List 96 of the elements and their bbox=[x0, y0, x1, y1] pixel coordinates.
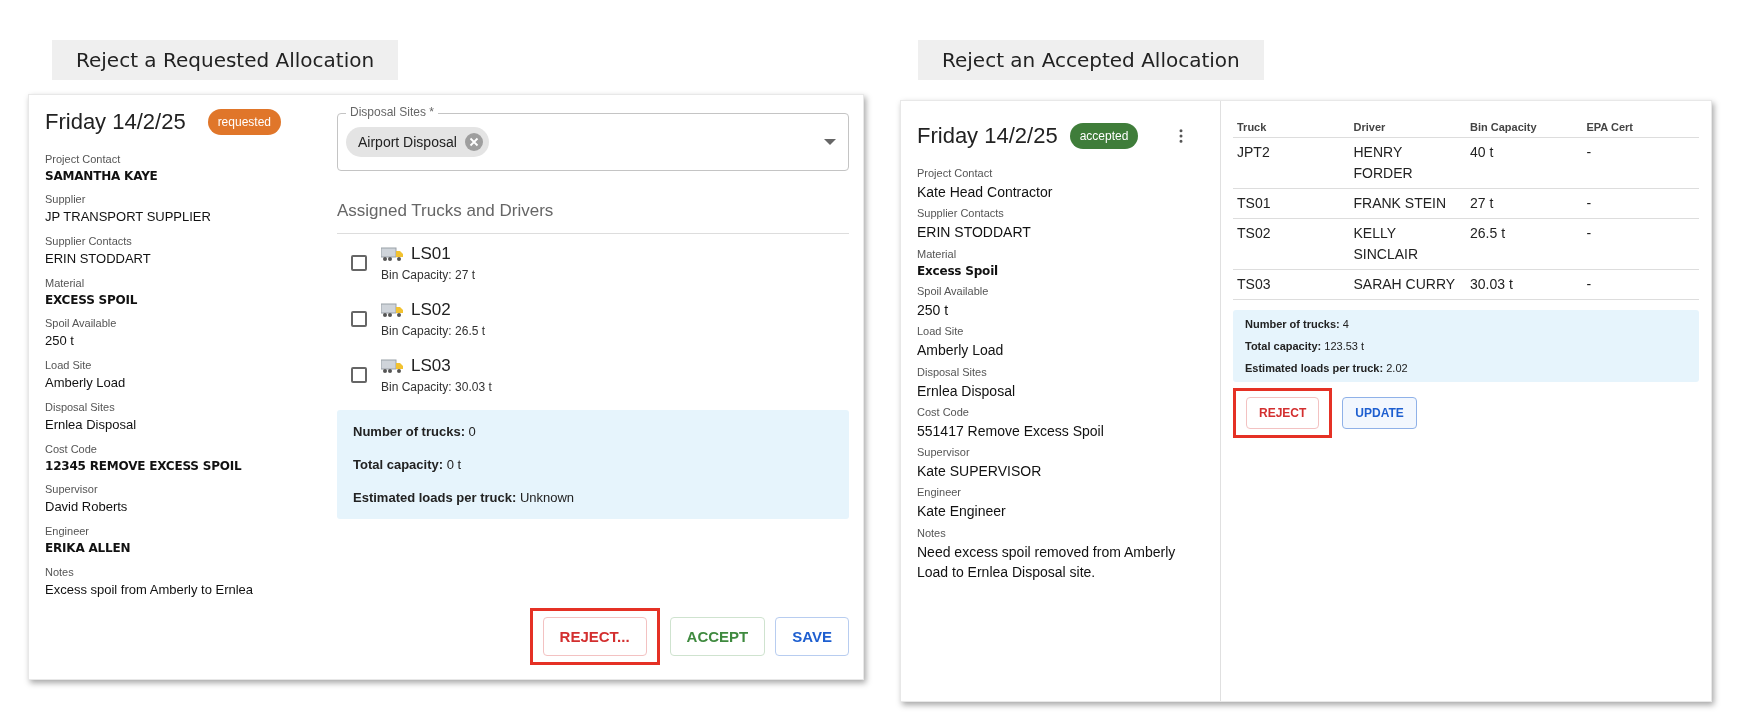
reject-button[interactable]: REJECT bbox=[1246, 397, 1320, 429]
summary-line: Total capacity: 123.53 t bbox=[1245, 340, 1366, 352]
table-cell: TS02 bbox=[1233, 218, 1350, 270]
table-cell: SARAH CURRY bbox=[1349, 269, 1466, 300]
table-cell: - bbox=[1582, 188, 1699, 219]
field-value: ERIKA ALLEN bbox=[45, 540, 132, 558]
save-button[interactable]: SAVE bbox=[775, 617, 849, 656]
site-chip: Airport Disposal bbox=[346, 127, 489, 157]
field-value: David Roberts bbox=[45, 498, 129, 517]
truck-icon bbox=[381, 247, 403, 261]
field-value: 551417 Remove Excess Spoil bbox=[917, 421, 1105, 441]
column-header: Driver bbox=[1349, 117, 1466, 138]
field-value: Excess Spoil bbox=[917, 262, 999, 280]
table-cell: - bbox=[1582, 269, 1699, 300]
bin-capacity: Bin Capacity: 27 t bbox=[381, 268, 476, 282]
field-value: Kate Engineer bbox=[917, 502, 1007, 522]
table-cell: TS03 bbox=[1233, 269, 1350, 300]
field-value: 250 t bbox=[917, 301, 950, 320]
status-badge: requested bbox=[207, 109, 281, 135]
field-label: Disposal Sites bbox=[45, 401, 116, 414]
field-value: ERIN STODDART bbox=[45, 250, 152, 269]
truck-icon bbox=[381, 359, 403, 373]
status-badge: accepted bbox=[1069, 123, 1139, 149]
field-value: Amberly Load bbox=[45, 374, 127, 393]
field-label: Disposal Sites bbox=[917, 365, 988, 378]
field-value: SAMANTHA KAYE bbox=[45, 168, 159, 185]
field-value: EXCESS SPOIL bbox=[45, 292, 139, 310]
table-cell: KELLY SINCLAIR bbox=[1349, 218, 1466, 270]
field-value: Ernlea Disposal bbox=[917, 381, 1017, 401]
truck-icon bbox=[381, 303, 403, 317]
field-label: Cost Code bbox=[45, 443, 98, 455]
field-value: Excess spoil from Amberly to Ernlea bbox=[45, 580, 255, 599]
table-cell: 26.5 t bbox=[1466, 218, 1583, 270]
table-cell: 40 t bbox=[1466, 137, 1583, 189]
field-label: Cost Code bbox=[917, 405, 970, 418]
checkbox[interactable] bbox=[351, 311, 367, 327]
truck-name: LS03 bbox=[411, 356, 451, 376]
table-cell: - bbox=[1582, 218, 1699, 270]
update-button[interactable]: UPDATE bbox=[1342, 397, 1417, 429]
section-title: Assigned Trucks and Drivers bbox=[337, 201, 849, 234]
summary-line: Number of trucks: 0 bbox=[353, 424, 477, 439]
field-value: Ernlea Disposal bbox=[45, 416, 138, 435]
table-cell: HENRY FORDER bbox=[1349, 137, 1466, 189]
field-label: Disposal Sites * bbox=[346, 105, 439, 119]
field-label: Material bbox=[45, 277, 86, 290]
table-cell: 30.03 t bbox=[1466, 269, 1583, 300]
field-value: Amberly Load bbox=[917, 341, 1005, 361]
column-header: Bin Capacity bbox=[1466, 117, 1583, 138]
field-label: Load Site bbox=[917, 325, 965, 338]
field-label: Engineer bbox=[917, 486, 963, 499]
table-cell: FRANK STEIN bbox=[1349, 188, 1466, 219]
field-label: Supervisor bbox=[917, 446, 971, 459]
panel-heading: Reject a Requested Allocation bbox=[52, 40, 399, 80]
field-value: 250 t bbox=[45, 332, 75, 351]
field-value: 12345 REMOVE EXCESS SPOIL bbox=[45, 458, 243, 475]
field-label: Notes bbox=[917, 526, 947, 539]
table-cell: JPT2 bbox=[1233, 137, 1350, 189]
field-label: Project Contact bbox=[917, 167, 994, 179]
field-label: Spoil Available bbox=[917, 285, 990, 297]
field-label: Supplier Contacts bbox=[45, 235, 133, 248]
column-header: Truck bbox=[1233, 117, 1350, 138]
field-label: Spoil Available bbox=[45, 317, 118, 330]
summary-line: Total capacity: 0 t bbox=[353, 457, 463, 472]
date-title: Friday 14/2/25 bbox=[917, 123, 1058, 149]
field-value: Kate SUPERVISOR bbox=[917, 462, 1043, 482]
field-label: Engineer bbox=[45, 525, 91, 538]
summary-line: Number of trucks: 4 bbox=[1245, 318, 1350, 330]
checkbox[interactable] bbox=[351, 367, 367, 383]
reject-button[interactable]: REJECT... bbox=[542, 617, 647, 656]
remove-icon[interactable] bbox=[464, 133, 483, 151]
table-cell: TS01 bbox=[1233, 188, 1350, 219]
panel-heading: Reject an Accepted Allocation bbox=[918, 40, 1264, 80]
field-value: Need excess spoil removed from Amberly Load to Ernlea Disposal site. bbox=[917, 542, 1177, 583]
table-cell: 27 t bbox=[1466, 188, 1583, 219]
field-value: Kate Head Contractor bbox=[917, 183, 1054, 202]
summary-line: Estimated loads per truck: 2.02 bbox=[1245, 362, 1409, 374]
field-label: Supplier bbox=[45, 193, 87, 206]
truck-name: LS01 bbox=[411, 244, 451, 264]
field-label: Material bbox=[917, 247, 958, 260]
truck-name: LS02 bbox=[411, 300, 451, 320]
column-header: EPA Cert bbox=[1582, 117, 1699, 138]
bin-capacity: Bin Capacity: 30.03 t bbox=[381, 380, 492, 394]
date-title: Friday 14/2/25 bbox=[45, 109, 187, 135]
field-label: Notes bbox=[45, 565, 75, 578]
field-label: Project Contact bbox=[45, 153, 122, 165]
field-label: Supervisor bbox=[45, 483, 99, 496]
field-label: Supplier Contacts bbox=[917, 207, 1005, 220]
field-value: JP TRANSPORT SUPPLIER bbox=[45, 208, 212, 227]
summary-line: Estimated loads per truck: Unknown bbox=[353, 490, 576, 505]
table-cell: - bbox=[1582, 137, 1699, 189]
accept-button[interactable]: ACCEPT bbox=[669, 617, 766, 656]
dropdown-caret-icon bbox=[824, 139, 836, 145]
checkbox[interactable] bbox=[351, 255, 367, 271]
field-value: ERIN STODDART bbox=[917, 223, 1032, 243]
bin-capacity: Bin Capacity: 26.5 t bbox=[381, 324, 486, 338]
field-label: Load Site bbox=[45, 359, 93, 372]
